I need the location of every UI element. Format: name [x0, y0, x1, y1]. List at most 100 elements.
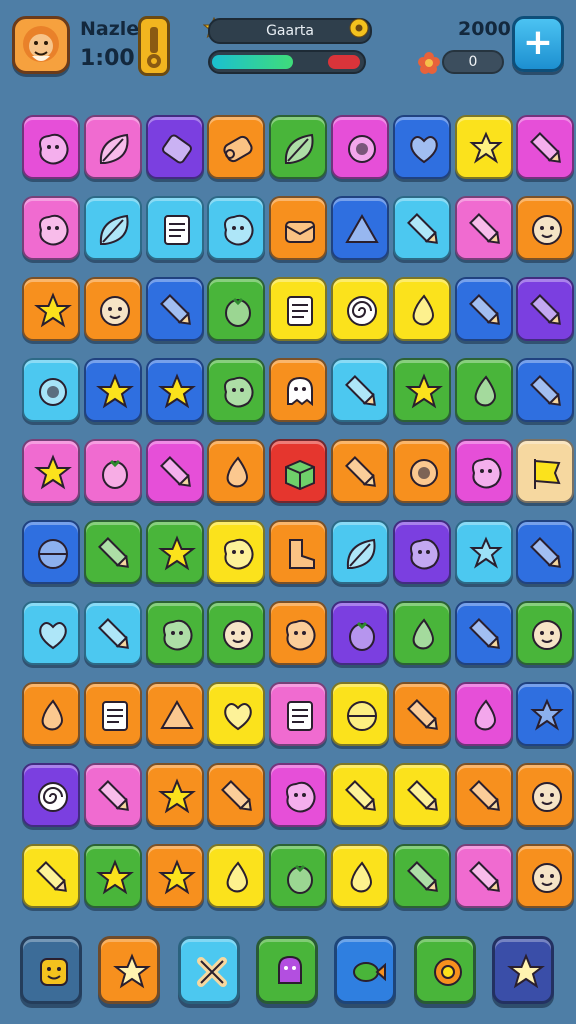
tile-pencil[interactable] [455, 196, 513, 260]
tile-drop[interactable] [393, 277, 451, 341]
tile-pencil[interactable] [84, 520, 142, 584]
tile-pencil[interactable] [84, 763, 142, 827]
tile-leaf[interactable] [84, 115, 142, 179]
tile-heart[interactable] [207, 682, 265, 746]
tile-triangle[interactable] [146, 682, 204, 746]
tool-star-burst[interactable] [98, 936, 160, 1004]
tile-pencil[interactable] [455, 601, 513, 665]
tile-star[interactable] [22, 277, 80, 341]
tile-leaf[interactable] [84, 196, 142, 260]
tool-smile-block[interactable] [20, 936, 82, 1004]
tile-blob[interactable] [455, 439, 513, 503]
tile-pencil[interactable] [516, 358, 574, 422]
tile-star[interactable] [146, 844, 204, 908]
tile-star[interactable] [393, 358, 451, 422]
tile-pencil[interactable] [207, 763, 265, 827]
add-button[interactable]: + [512, 16, 564, 72]
tile-pencil[interactable] [455, 277, 513, 341]
boost-card[interactable] [138, 16, 170, 76]
tile-pencil[interactable] [331, 358, 389, 422]
tile-blob[interactable] [146, 601, 204, 665]
tile-flower[interactable] [455, 520, 513, 584]
tile-drop[interactable] [455, 358, 513, 422]
tile-face[interactable] [516, 196, 574, 260]
tile-blob[interactable] [393, 520, 451, 584]
tile-star[interactable] [22, 439, 80, 503]
tile-ring[interactable] [331, 115, 389, 179]
tile-ring[interactable] [393, 439, 451, 503]
tile-star[interactable] [146, 358, 204, 422]
tile-face[interactable] [516, 844, 574, 908]
tile-berry[interactable] [84, 439, 142, 503]
tile-box[interactable] [269, 439, 327, 503]
tile-leaf[interactable] [331, 520, 389, 584]
tile-blob[interactable] [22, 196, 80, 260]
tile-pencil[interactable] [393, 763, 451, 827]
tile-drop[interactable] [393, 601, 451, 665]
tile-boot[interactable] [269, 520, 327, 584]
tile-note[interactable] [146, 196, 204, 260]
tile-blob[interactable] [207, 196, 265, 260]
tool-cross-swap[interactable] [178, 936, 240, 1004]
tile-leaf[interactable] [269, 115, 327, 179]
tile-note[interactable] [269, 277, 327, 341]
tile-ball[interactable] [331, 682, 389, 746]
tile-blob[interactable] [207, 520, 265, 584]
tile-star[interactable] [146, 763, 204, 827]
tile-pencil[interactable] [146, 439, 204, 503]
tile-pencil[interactable] [393, 844, 451, 908]
tile-blob[interactable] [269, 601, 327, 665]
tile-star[interactable] [84, 844, 142, 908]
tile-pencil[interactable] [331, 439, 389, 503]
player-avatar[interactable] [12, 16, 70, 74]
tile-triangle[interactable] [331, 196, 389, 260]
tile-blob[interactable] [269, 763, 327, 827]
tile-berry[interactable] [269, 844, 327, 908]
tile-pencil[interactable] [146, 277, 204, 341]
tile-ghost[interactable] [269, 358, 327, 422]
tile-pencil[interactable] [393, 196, 451, 260]
tile-heart[interactable] [22, 601, 80, 665]
tile-ring[interactable] [22, 358, 80, 422]
tile-pencil[interactable] [22, 844, 80, 908]
tool-star[interactable] [492, 936, 554, 1004]
tile-drop[interactable] [22, 682, 80, 746]
tool-fish[interactable] [334, 936, 396, 1004]
tile-pencil[interactable] [516, 277, 574, 341]
tile-flower[interactable] [516, 682, 574, 746]
tile-pencil[interactable] [455, 844, 513, 908]
tile-spiral[interactable] [22, 763, 80, 827]
tile-heart[interactable] [393, 115, 451, 179]
tile-face[interactable] [207, 601, 265, 665]
tile-drop[interactable] [207, 439, 265, 503]
tile-star[interactable] [84, 358, 142, 422]
tile-pencil[interactable] [455, 763, 513, 827]
tile-note[interactable] [84, 682, 142, 746]
tile-drop[interactable] [207, 844, 265, 908]
tile-roll[interactable] [207, 115, 265, 179]
tile-berry[interactable] [207, 277, 265, 341]
tile-pencil[interactable] [516, 115, 574, 179]
tile-flag[interactable] [516, 439, 574, 503]
tile-spiral[interactable] [331, 277, 389, 341]
tile-pencil[interactable] [516, 520, 574, 584]
tile-pencil[interactable] [84, 601, 142, 665]
tile-note[interactable] [269, 682, 327, 746]
tile-face[interactable] [84, 277, 142, 341]
tile-star[interactable] [146, 520, 204, 584]
tile-blob[interactable] [207, 358, 265, 422]
tool-gear[interactable] [414, 936, 476, 1004]
tile-blob[interactable] [22, 115, 80, 179]
tool-monster[interactable] [256, 936, 318, 1004]
tile-pencil[interactable] [393, 682, 451, 746]
tile-face[interactable] [516, 601, 574, 665]
tile-flower[interactable] [455, 115, 513, 179]
tile-candy[interactable] [146, 115, 204, 179]
tile-ball[interactable] [22, 520, 80, 584]
tile-berry[interactable] [331, 601, 389, 665]
tile-bag[interactable] [269, 196, 327, 260]
tile-drop[interactable] [331, 844, 389, 908]
tile-drop[interactable] [455, 682, 513, 746]
tile-pencil[interactable] [331, 763, 389, 827]
tile-face[interactable] [516, 763, 574, 827]
